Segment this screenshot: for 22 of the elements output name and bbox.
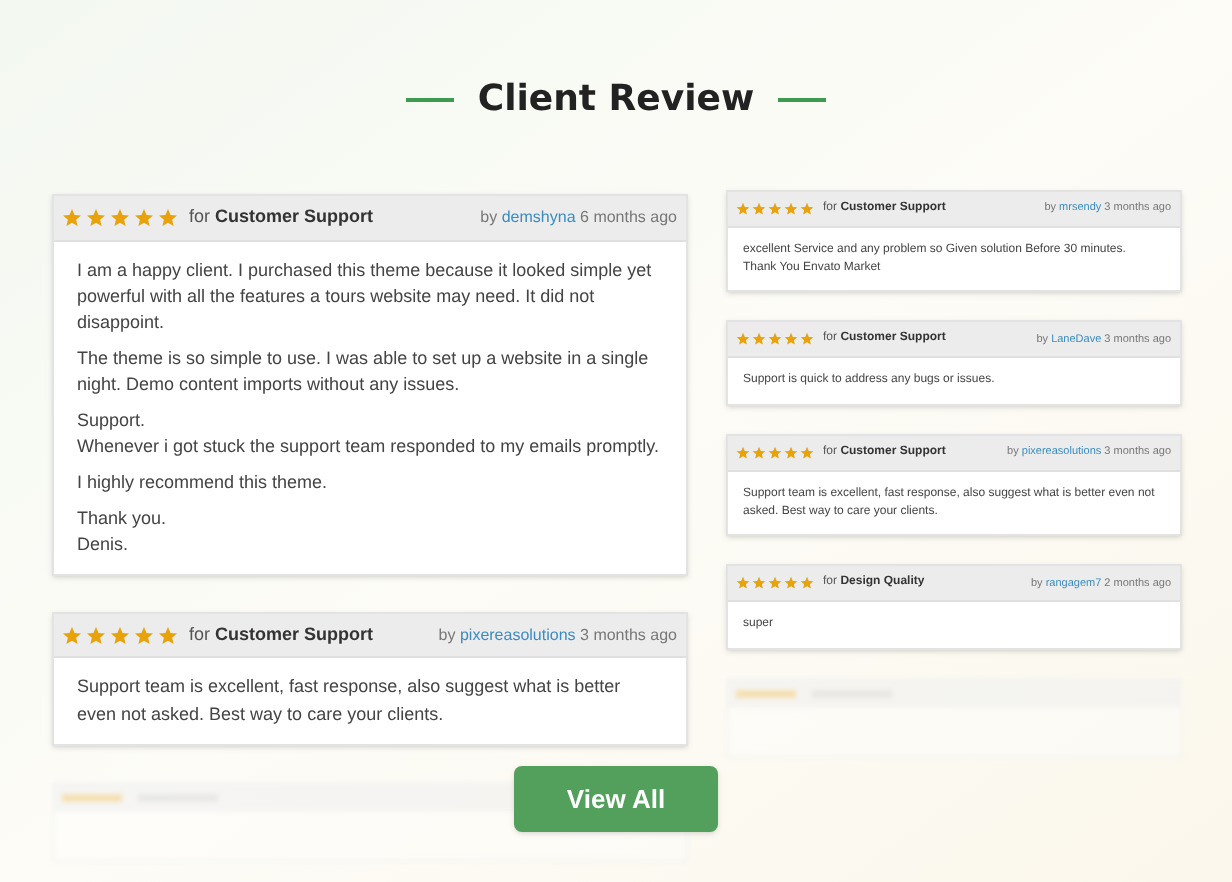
review-text: I highly recommend this theme. [77, 469, 330, 496]
review-text: Thank you. Denis. [77, 505, 169, 558]
review-author: by demshyna 6 months ago [480, 205, 677, 230]
star-icon [109, 207, 129, 228]
review-author: by pixereasolutions 3 months ago [438, 623, 677, 648]
review-text: The theme is so simple to use. I was able to set up a website in a single night. Demo content imports without any issues. [77, 345, 651, 398]
review-text: I am a happy client. I purchased this theme because it looked simple yet powerful with all the features a tours website may need. It did not disappoint. [77, 257, 654, 336]
review-text: Support team is excellent, fast response, also suggest what is better even not asked. Best way to care your clients. [77, 674, 623, 728]
review-category: for Customer Support [189, 621, 374, 648]
section-title: Client Review [477, 76, 755, 124]
star-icon [133, 625, 153, 646]
review-text: Support. Whenever i got stuck the support team responded to my emails promptly. [77, 407, 661, 460]
star-icon [133, 207, 153, 228]
star-icon [157, 625, 177, 646]
star-icon [109, 625, 129, 646]
star-icon [85, 207, 105, 228]
view-all-button[interactable]: View All [514, 766, 718, 832]
star-icon [85, 625, 105, 646]
star-icon [157, 207, 177, 228]
star-icon [61, 207, 81, 228]
review-category: for Customer Support [189, 204, 374, 230]
star-icon [61, 625, 81, 646]
